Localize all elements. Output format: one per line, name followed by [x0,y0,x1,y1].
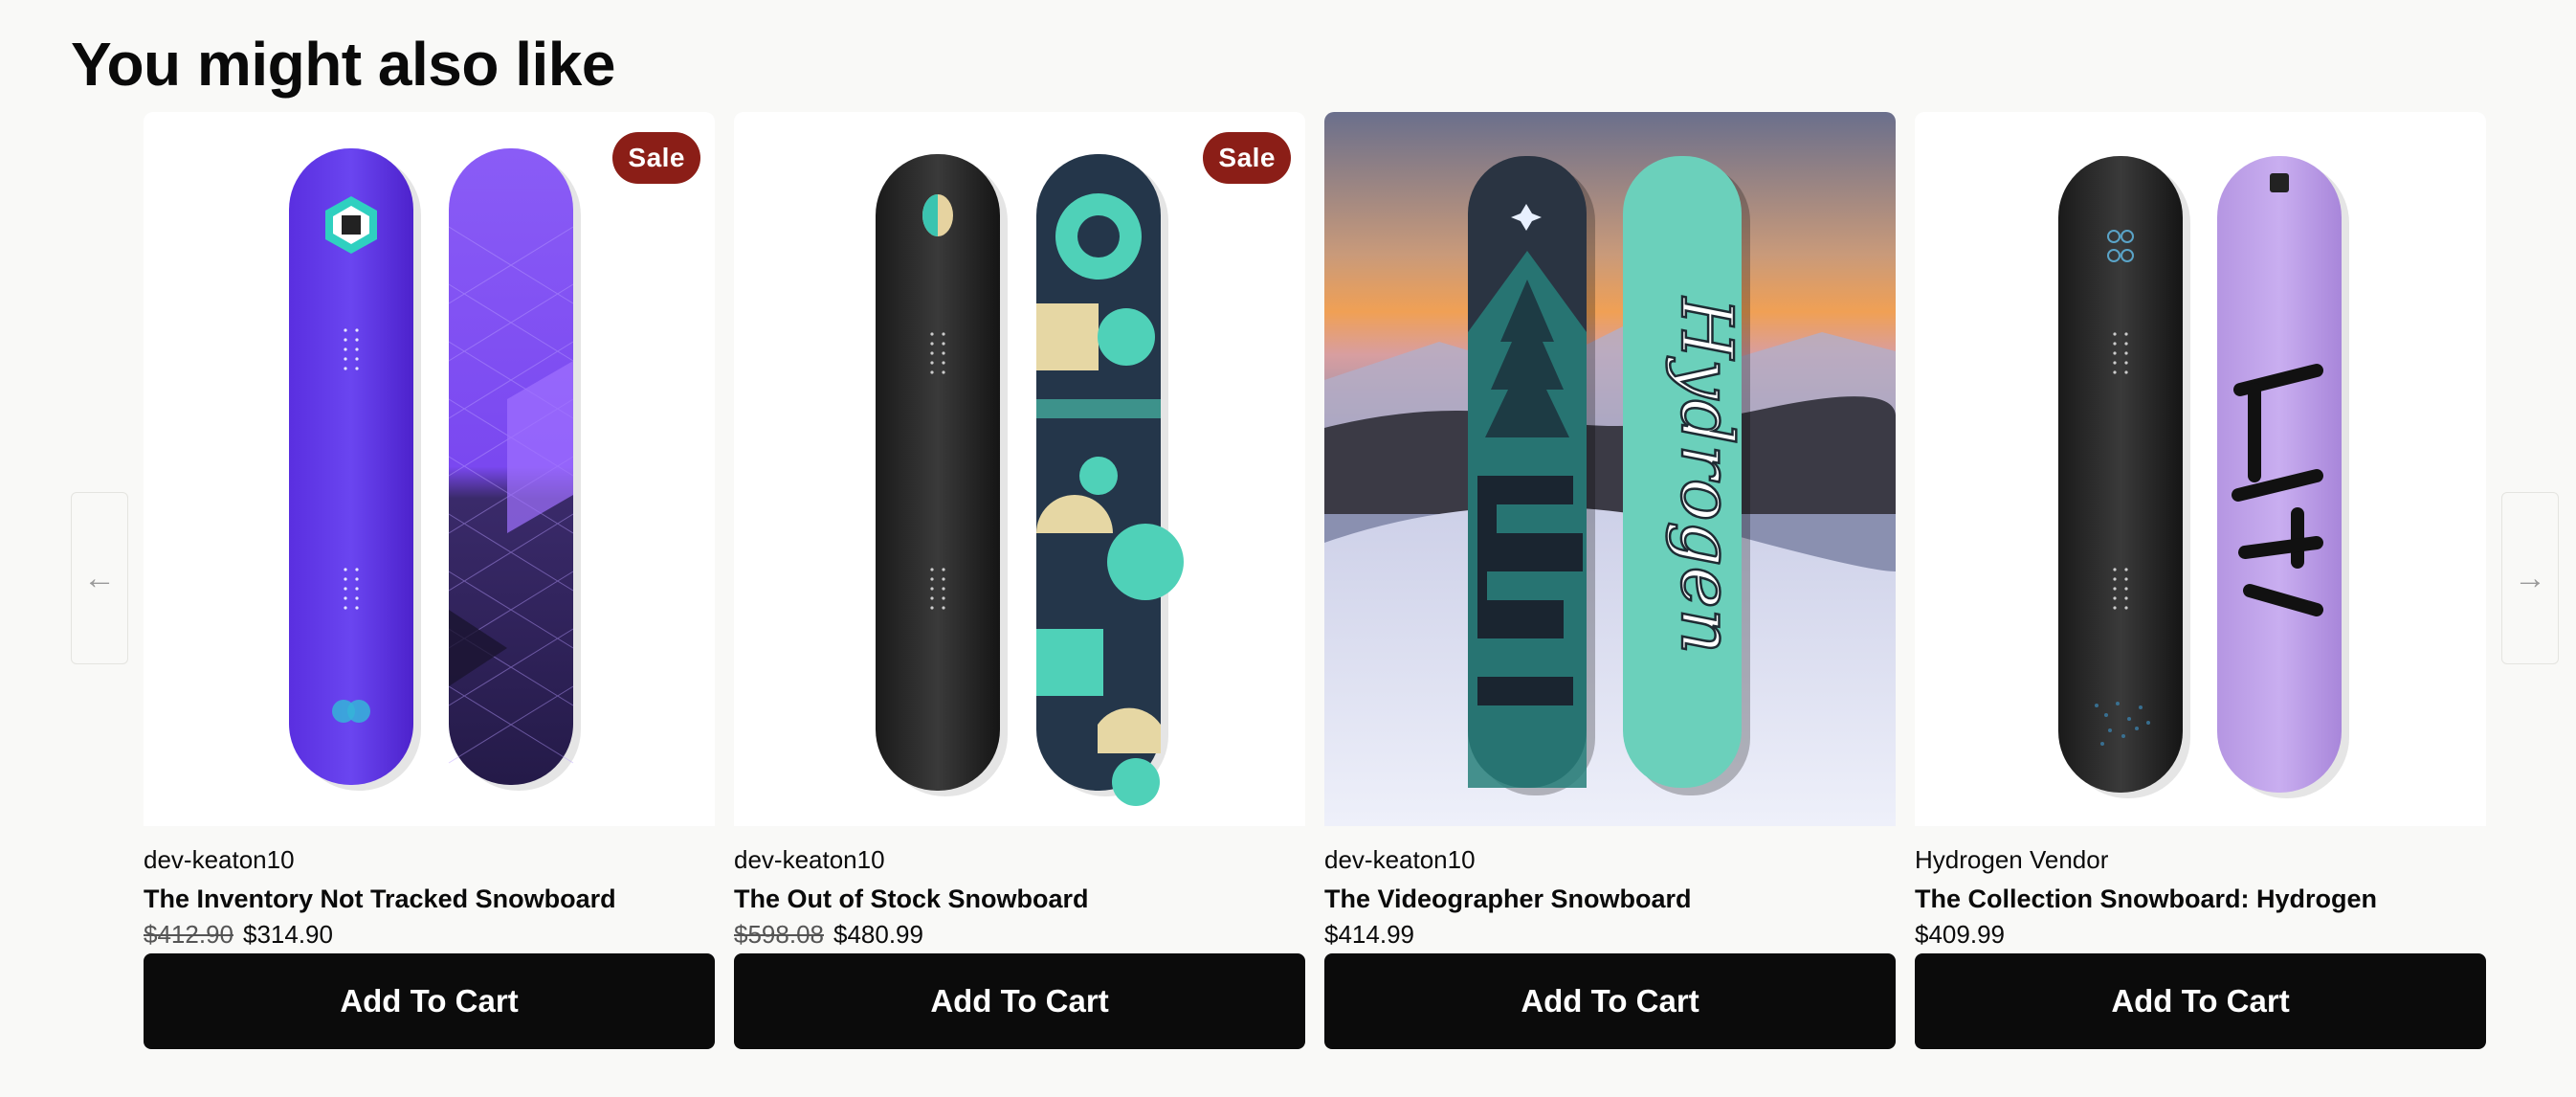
product-image[interactable]: Sale [734,112,1305,826]
arrow-left-icon: ← [83,559,116,596]
product-title[interactable]: The Out of Stock Snowboard [734,884,1305,914]
product-card[interactable]: Sale dev-keaton10 The Out of Stock Snowb… [734,112,1305,1049]
product-title[interactable]: The Videographer Snowboard [1324,884,1896,914]
section-heading: You might also like [71,30,615,99]
product-title[interactable]: The Collection Snowboard: Hydrogen [1915,884,2486,914]
compare-at-price: $598.08 [734,920,824,949]
svg-text:Hydrogen: Hydrogen [1665,296,1747,654]
product-card[interactable]: Sale dev-keaton10 The Inventory Not Trac… [144,112,715,1049]
product-vendor: dev-keaton10 [144,845,295,874]
product-price: $409.99 [1915,920,2486,950]
product-image[interactable]: Hydrogen [1324,112,1896,826]
product-title[interactable]: The Inventory Not Tracked Snowboard [144,884,715,914]
snowboard-image [289,148,581,791]
product-image[interactable]: Sale [144,112,715,826]
carousel-prev-button[interactable]: ← [71,492,128,664]
add-to-cart-button[interactable]: Add To Cart [1324,953,1896,1049]
carousel-next-button[interactable]: → [2501,492,2559,664]
product-vendor: Hydrogen Vendor [1915,845,2109,874]
snowboard-image: Hydrogen [1324,112,1896,826]
sale-price: $480.99 [833,920,923,949]
snowboard-image [2058,156,2349,798]
product-card[interactable]: Hydrogen dev-keaton10 The Videographer S… [1324,112,1896,1049]
sale-badge: Sale [1203,132,1291,184]
product-vendor: dev-keaton10 [734,845,885,874]
product-image[interactable] [1915,112,2486,826]
add-to-cart-button[interactable]: Add To Cart [1915,953,2486,1049]
snowboard-image [876,154,1184,806]
sale-badge: Sale [612,132,700,184]
add-to-cart-button[interactable]: Add To Cart [144,953,715,1049]
product-card[interactable]: Hydrogen Vendor The Collection Snowboard… [1915,112,2486,1049]
product-price: $598.08 $480.99 [734,920,1305,950]
compare-at-price: $412.90 [144,920,233,949]
sale-price: $409.99 [1915,920,2005,949]
product-price: $414.99 [1324,920,1896,950]
sale-price: $314.90 [242,920,333,949]
product-vendor: dev-keaton10 [1324,845,1476,874]
product-price: $412.90 $314.90 [144,920,715,950]
arrow-right-icon: → [2514,559,2546,596]
sale-price: $414.99 [1324,920,1414,949]
add-to-cart-button[interactable]: Add To Cart [734,953,1305,1049]
